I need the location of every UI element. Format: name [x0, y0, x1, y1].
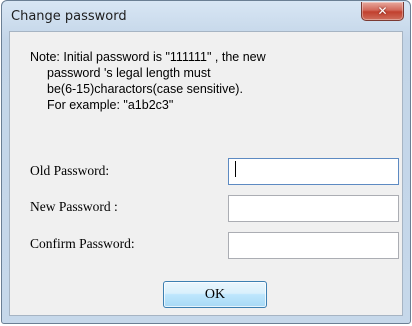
password-note: Note: Initial password is "111111" , the… [30, 49, 400, 113]
old-password-label: Old Password: [30, 163, 110, 178]
confirm-password-input[interactable] [228, 232, 399, 259]
close-x-icon: ✕ [377, 4, 388, 18]
text-caret [235, 161, 236, 177]
new-password-input[interactable] [228, 195, 399, 222]
note-line-1: Note: Initial password is "111111" , the… [30, 50, 266, 64]
note-line-2: password 's legal length must [47, 66, 211, 80]
confirm-password-label: Confirm Password: [30, 236, 135, 251]
note-line-3: be(6-15)charactors(case sensitive). [47, 82, 243, 96]
note-line-4: For example: "a1b2c3" [47, 98, 174, 112]
dialog-title: Change password [11, 9, 127, 24]
new-password-label: New Password : [30, 199, 118, 214]
close-button[interactable]: ✕ [361, 2, 404, 21]
change-password-dialog: Change password ✕ Note: Initial password… [1, 0, 411, 324]
ok-button[interactable]: OK [163, 281, 267, 308]
old-password-input[interactable] [228, 158, 399, 185]
dialog-body: Note: Initial password is "111111" , the… [9, 31, 403, 316]
title-bar[interactable]: Change password ✕ [2, 1, 410, 31]
